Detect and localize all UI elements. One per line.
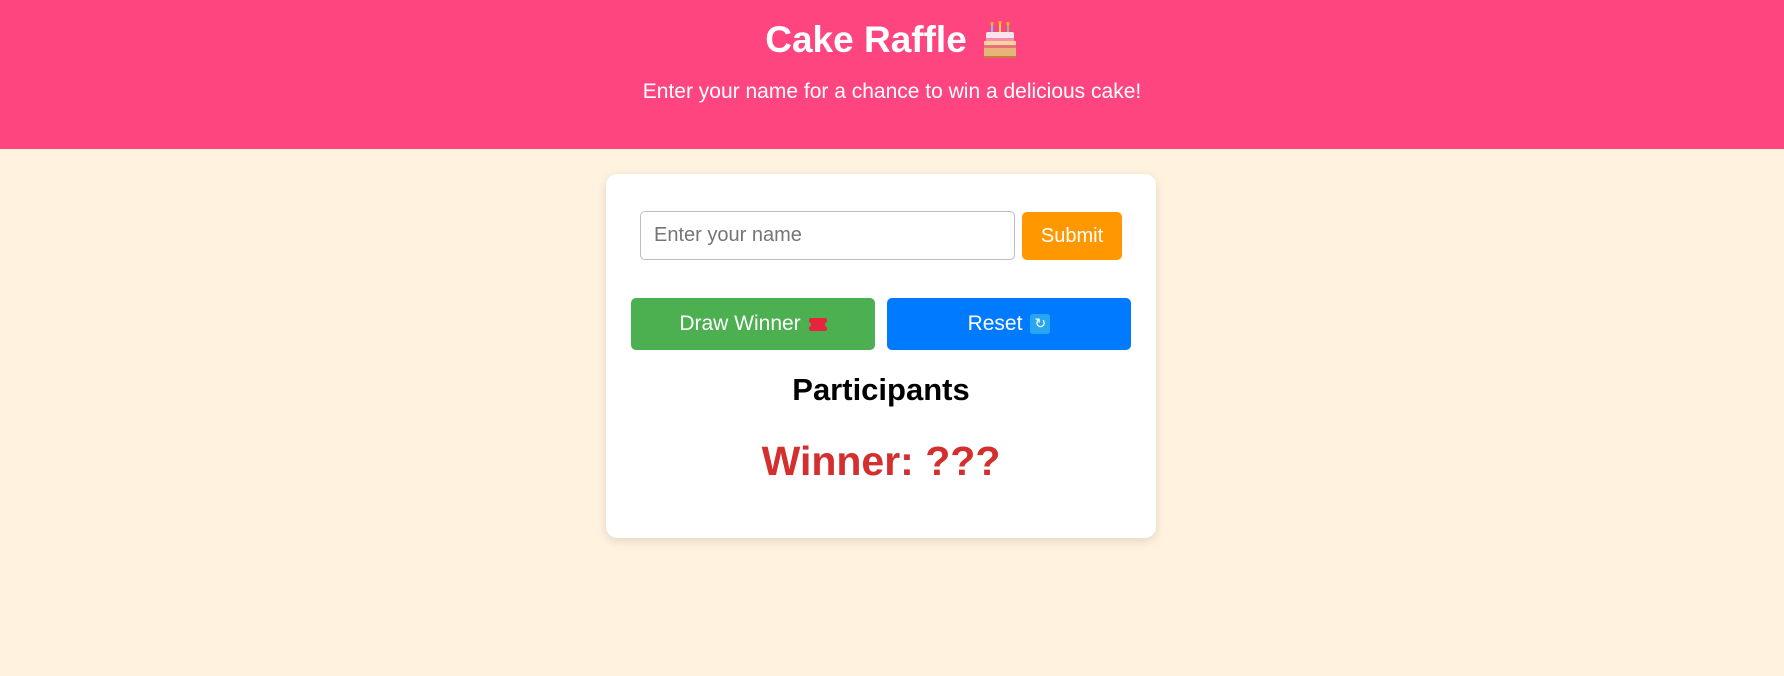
draw-winner-button[interactable]: Draw Winner [631,298,875,350]
ticket-icon [806,317,829,331]
reset-label: Reset [967,312,1023,335]
refresh-icon: ↻ [1030,314,1051,334]
submit-button[interactable]: Submit [1022,212,1122,260]
page-title-row: Cake Raffle [0,19,1784,61]
raffle-card: Submit Draw Winner Reset ↻ Participants … [606,174,1156,538]
page-title: Cake Raffle [765,19,967,60]
draw-winner-label: Draw Winner [679,312,801,335]
participants-heading: Participants [792,372,970,407]
submit-button-label: Submit [1040,224,1104,247]
page-subtitle: Enter your name for a chance to win a de… [642,80,1142,103]
name-input[interactable] [640,211,1015,260]
reset-button[interactable]: Reset ↻ [887,298,1131,350]
page-header: Cake Raffle Enter your name for a chance… [0,0,1784,149]
birthday-cake-icon [981,20,1019,59]
winner-display: Winner: ??? [761,438,1001,484]
